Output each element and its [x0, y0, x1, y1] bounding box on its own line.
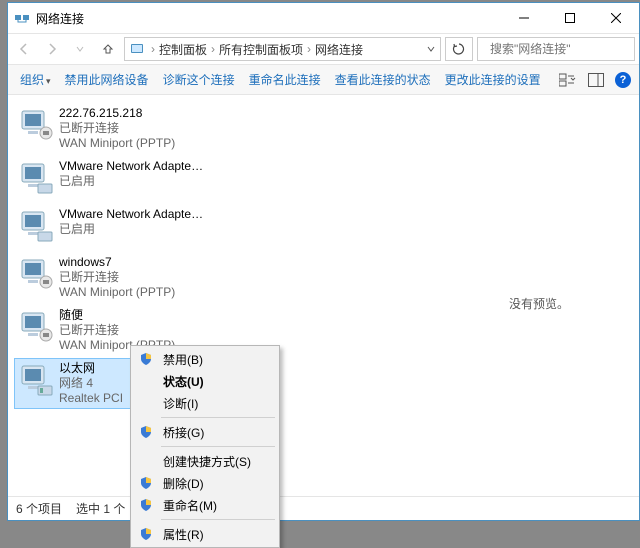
toolbar: 组织▾ 禁用此网络设备 诊断这个连接 重命名此连接 查看此连接的状态 更改此连接… [8, 65, 639, 95]
search-input[interactable] [477, 37, 635, 61]
connection-name: VMware Network Adapter VMnet8 [59, 207, 205, 222]
shield-icon [139, 352, 153, 366]
shield-icon [139, 527, 153, 541]
window: 网络连接 › 控制面板 › 所有控制面板项 › 网络连接 组织▾ 禁用此网络设备 [7, 2, 640, 521]
no-preview-text: 没有预览。 [509, 297, 569, 311]
connection-device: WAN Miniport (PPTP) [59, 136, 175, 151]
connection-item[interactable]: 222.76.215.218 已断开连接 WAN Miniport (PPTP) [14, 103, 210, 154]
chevron-right-icon: › [211, 42, 215, 56]
view-options-button[interactable] [559, 71, 577, 89]
shield-icon [139, 498, 153, 512]
ethernet-icon [19, 361, 55, 401]
ctx-properties[interactable]: 属性(R) [133, 523, 277, 545]
diagnose-button[interactable]: 诊断这个连接 [159, 71, 239, 88]
address-bar: › 控制面板 › 所有控制面板项 › 网络连接 [8, 33, 639, 65]
recent-dropdown[interactable] [68, 37, 92, 61]
wan-icon [19, 308, 55, 348]
content-area: 222.76.215.218 已断开连接 WAN Miniport (PPTP)… [8, 95, 639, 496]
ctx-diagnose[interactable]: 诊断(I) [133, 392, 277, 414]
connection-item[interactable]: windows7 已断开连接 WAN Miniport (PPTP) [14, 252, 210, 303]
adapter-icon [19, 207, 55, 247]
connection-device: Realtek PCI [59, 391, 123, 406]
up-button[interactable] [96, 37, 120, 61]
dropdown-icon[interactable] [426, 44, 436, 54]
connection-status: 网络 4 [59, 376, 123, 391]
connection-status: 已断开连接 [59, 323, 175, 338]
titlebar: 网络连接 [8, 3, 639, 33]
window-title: 网络连接 [36, 10, 84, 27]
maximize-button[interactable] [547, 3, 593, 33]
connection-status: 已启用 [59, 174, 205, 189]
organize-menu[interactable]: 组织▾ [16, 71, 55, 88]
breadcrumb-item[interactable]: 控制面板 [157, 41, 209, 58]
status-bar: 6 个项目 选中 1 个 [8, 496, 639, 520]
help-button[interactable]: ? [615, 72, 631, 88]
wan-icon [19, 255, 55, 295]
preview-pane-button[interactable] [587, 71, 605, 89]
selection-count: 选中 1 个 [76, 500, 125, 517]
ctx-rename[interactable]: 重命名(M) [133, 494, 277, 516]
context-menu: 禁用(B) 状态(U) 诊断(I) 桥接(G) 创建快捷方式(S) 删除(D) … [130, 345, 280, 548]
separator [161, 519, 275, 520]
chevron-right-icon: › [151, 42, 155, 56]
refresh-button[interactable] [445, 37, 473, 61]
close-button[interactable] [593, 3, 639, 33]
rename-button[interactable]: 重命名此连接 [245, 71, 325, 88]
separator [161, 417, 275, 418]
breadcrumb-item[interactable]: 所有控制面板项 [217, 41, 305, 58]
wan-icon [19, 106, 55, 146]
chevron-right-icon: › [307, 42, 311, 56]
search-field[interactable] [490, 42, 640, 56]
connection-item[interactable]: VMware Network Adapter VMnet8 已启用 [14, 204, 210, 250]
view-status-button[interactable]: 查看此连接的状态 [331, 71, 435, 88]
ctx-shortcut[interactable]: 创建快捷方式(S) [133, 450, 277, 472]
back-button[interactable] [12, 37, 36, 61]
item-count: 6 个项目 [16, 500, 62, 517]
change-settings-button[interactable]: 更改此连接的设置 [441, 71, 545, 88]
ctx-status[interactable]: 状态(U) [133, 370, 277, 392]
connection-status: 已断开连接 [59, 270, 175, 285]
connection-device: WAN Miniport (PPTP) [59, 285, 175, 300]
separator [161, 446, 275, 447]
ctx-bridge[interactable]: 桥接(G) [133, 421, 277, 443]
disable-device-button[interactable]: 禁用此网络设备 [61, 71, 153, 88]
connection-item[interactable]: VMware Network Adapter VMnet1 已启用 [14, 156, 210, 202]
adapter-icon [19, 159, 55, 199]
connection-status: 已启用 [59, 222, 205, 237]
shield-icon [139, 425, 153, 439]
ctx-delete[interactable]: 删除(D) [133, 472, 277, 494]
network-icon [14, 10, 30, 26]
shield-icon [139, 476, 153, 490]
connection-status: 已断开连接 [59, 121, 175, 136]
connection-name: windows7 [59, 255, 175, 270]
connection-name: 以太网 [59, 361, 123, 376]
forward-button[interactable] [40, 37, 64, 61]
connection-name: 随便 [59, 308, 175, 323]
control-panel-icon [129, 41, 145, 57]
preview-pane: 没有预览。 [439, 95, 639, 496]
breadcrumb[interactable]: › 控制面板 › 所有控制面板项 › 网络连接 [124, 37, 441, 61]
connection-name: 222.76.215.218 [59, 106, 175, 121]
ctx-disable[interactable]: 禁用(B) [133, 348, 277, 370]
minimize-button[interactable] [501, 3, 547, 33]
breadcrumb-item[interactable]: 网络连接 [313, 41, 365, 58]
connection-name: VMware Network Adapter VMnet1 [59, 159, 205, 174]
